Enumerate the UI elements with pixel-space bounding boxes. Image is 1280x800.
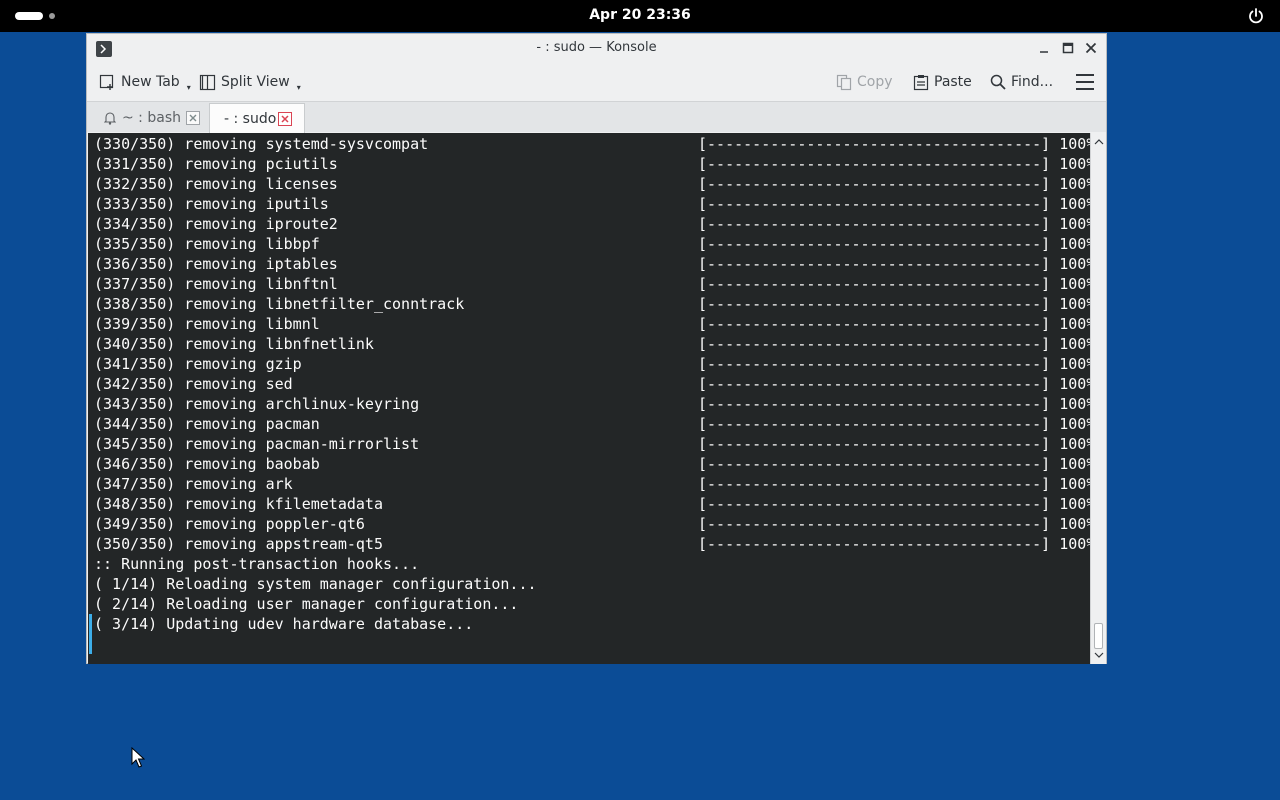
terminal-progress-bar: [-------------------------------------] … — [698, 435, 1090, 453]
activities-indicator[interactable] — [15, 12, 55, 20]
terminal-cursor — [89, 614, 92, 654]
terminal-progress-bar: [-------------------------------------] … — [698, 475, 1090, 493]
terminal-line: (344/350) removing pacman — [94, 415, 320, 433]
split-view-label: Split View — [221, 74, 290, 90]
scroll-down-arrow-icon[interactable] — [1094, 651, 1104, 659]
power-icon[interactable] — [1247, 7, 1265, 25]
terminal-line: (349/350) removing poppler-qt6 — [94, 515, 365, 533]
split-view-icon — [199, 74, 216, 90]
workspace-pill-active — [15, 12, 43, 20]
terminal-progress-bar: [-------------------------------------] … — [698, 395, 1090, 413]
close-icon[interactable] — [1083, 40, 1099, 56]
find-button[interactable]: Find... — [990, 72, 1053, 92]
terminal-line: (347/350) removing ark — [94, 475, 293, 493]
terminal-progress-bar: [-------------------------------------] … — [698, 235, 1090, 253]
new-tab-icon — [99, 74, 114, 90]
hamburger-menu-icon[interactable] — [1076, 74, 1094, 90]
new-tab-button[interactable]: New Tab ▾ — [99, 72, 191, 92]
title-bar[interactable]: - : sudo — Konsole — [87, 34, 1106, 63]
terminal-line: (336/350) removing iptables — [94, 255, 338, 273]
terminal-progress-bar: [-------------------------------------] … — [698, 375, 1090, 393]
terminal-progress-bar: [-------------------------------------] … — [698, 515, 1090, 533]
terminal-progress-bar: [-------------------------------------] … — [698, 315, 1090, 333]
window-title: - : sudo — Konsole — [536, 40, 657, 55]
terminal-scrollbar[interactable] — [1090, 133, 1106, 664]
split-view-button[interactable]: Split View ▾ — [199, 72, 301, 92]
terminal-progress-bar: [-------------------------------------] … — [698, 355, 1090, 373]
terminal-progress-bar: [-------------------------------------] … — [698, 215, 1090, 233]
terminal-progress-bar: [-------------------------------------] … — [698, 195, 1090, 213]
terminal-line: (345/350) removing pacman-mirrorlist — [94, 435, 420, 453]
terminal-progress-bar: [-------------------------------------] … — [698, 255, 1090, 273]
terminal-line: (340/350) removing libnfnetlink — [94, 335, 374, 353]
clock[interactable]: Apr 20 23:36 — [589, 7, 691, 23]
terminal-line: (337/350) removing libnftnl — [94, 275, 338, 293]
terminal-progress-bar: [-------------------------------------] … — [698, 155, 1090, 173]
terminal-progress-bar: [-------------------------------------] … — [698, 535, 1090, 553]
search-icon — [990, 74, 1006, 90]
konsole-window: - : sudo — Konsole New Tab ▾ Split View … — [86, 33, 1107, 664]
terminal-progress-bar: [-------------------------------------] … — [698, 175, 1090, 193]
terminal-line: :: Running post-transaction hooks... — [94, 555, 420, 573]
tab-bash-label: ~ : bash — [122, 110, 181, 126]
copy-label: Copy — [857, 74, 893, 90]
terminal-line: (346/350) removing baobab — [94, 455, 320, 473]
find-label: Find... — [1011, 74, 1054, 90]
tab-close-icon[interactable] — [278, 112, 292, 126]
paste-button[interactable]: Paste — [913, 72, 972, 92]
terminal-progress-bar: [-------------------------------------] … — [698, 135, 1090, 153]
terminal-line: (343/350) removing archlinux-keyring — [94, 395, 420, 413]
workspace-dot — [49, 13, 55, 19]
split-view-menu-arrow-icon[interactable]: ▾ — [297, 83, 301, 92]
toolbar: New Tab ▾ Split View ▾ Copy Paste Find..… — [87, 63, 1106, 101]
terminal-line: (338/350) removing libnetfilter_conntrac… — [94, 295, 465, 313]
paste-icon — [913, 74, 929, 90]
terminal-line: (341/350) removing gzip — [94, 355, 302, 373]
minimize-icon[interactable] — [1036, 40, 1052, 56]
tab-sudo[interactable]: - : sudo — [209, 103, 305, 133]
scrollbar-thumb[interactable] — [1094, 623, 1103, 649]
terminal-line: (334/350) removing iproute2 — [94, 215, 338, 233]
terminal-line: (331/350) removing pciutils — [94, 155, 338, 173]
terminal-output[interactable]: (330/350) removing systemd-sysvcompat [--… — [88, 133, 1090, 664]
terminal-progress-bar: [-------------------------------------] … — [698, 335, 1090, 353]
terminal-line: (348/350) removing kfilemetadata — [94, 495, 383, 513]
terminal-line: (342/350) removing sed — [94, 375, 293, 393]
copy-icon — [836, 74, 852, 90]
scroll-up-arrow-icon[interactable] — [1094, 138, 1104, 146]
terminal-line: (332/350) removing licenses — [94, 175, 338, 193]
terminal-line: (333/350) removing iputils — [94, 195, 329, 213]
terminal-line: ( 2/14) Reloading user manager configura… — [94, 595, 519, 613]
terminal-progress-bar: [-------------------------------------] … — [698, 455, 1090, 473]
bell-icon — [104, 112, 116, 125]
top-bar: Apr 20 23:36 — [0, 0, 1280, 32]
terminal-line: (335/350) removing libbpf — [94, 235, 320, 253]
tab-bash[interactable]: ~ : bash — [90, 103, 208, 133]
new-tab-label: New Tab — [121, 74, 180, 90]
terminal-progress-bar: [-------------------------------------] … — [698, 295, 1090, 313]
tab-bar: ~ : bash - : sudo — [87, 101, 1106, 133]
tab-sudo-label: - : sudo — [224, 110, 277, 127]
maximize-icon[interactable] — [1060, 40, 1076, 56]
tab-close-icon[interactable] — [186, 111, 200, 125]
mouse-pointer-icon — [131, 747, 145, 768]
terminal-progress-bar: [-------------------------------------] … — [698, 495, 1090, 513]
new-tab-menu-arrow-icon[interactable]: ▾ — [187, 83, 191, 92]
terminal-app-icon[interactable] — [96, 41, 112, 57]
paste-label: Paste — [934, 74, 972, 90]
terminal-line: (339/350) removing libmnl — [94, 315, 320, 333]
terminal-line: (330/350) removing systemd-sysvcompat — [94, 135, 429, 153]
terminal-line: ( 1/14) Reloading system manager configu… — [94, 575, 537, 593]
terminal-progress-bar: [-------------------------------------] … — [698, 275, 1090, 293]
copy-button[interactable]: Copy — [836, 72, 893, 92]
terminal-progress-bar: [-------------------------------------] … — [698, 415, 1090, 433]
terminal-line: (350/350) removing appstream-qt5 — [94, 535, 383, 553]
terminal-line: ( 3/14) Updating udev hardware database.… — [94, 615, 474, 633]
